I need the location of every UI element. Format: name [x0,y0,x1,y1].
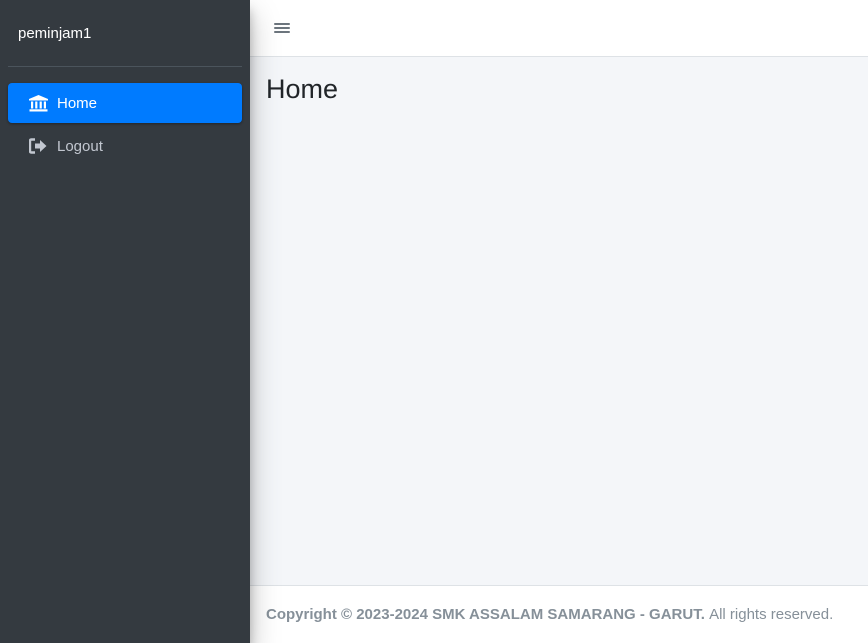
brand-text: peminjam1 [18,24,92,42]
app-window: peminjam1 Home Logout Home Copyright © 2… [0,0,868,643]
page-title: Home [266,74,339,104]
sidebar-item-logout[interactable]: Logout [8,126,242,166]
brand-link[interactable]: peminjam1 [8,0,242,67]
sidebar: peminjam1 Home Logout [0,0,250,643]
footer-copyright: Copyright © 2023-2024 SMK ASSALAM SAMARA… [266,606,705,623]
content-wrapper: Home [250,57,868,584]
bank-icon [28,93,48,113]
sidebar-item-label: Logout [57,137,103,155]
sidebar-item-home[interactable]: Home [8,83,242,123]
top-navbar [250,0,868,57]
sign-out-icon [28,136,48,156]
sidebar-item-label: Home [57,94,98,112]
footer-rights: All rights reserved. [709,606,834,623]
footer: Copyright © 2023-2024 SMK ASSALAM SAMARA… [250,585,868,643]
sidebar-nav: Home Logout [0,67,250,166]
hamburger-icon[interactable] [274,21,290,35]
